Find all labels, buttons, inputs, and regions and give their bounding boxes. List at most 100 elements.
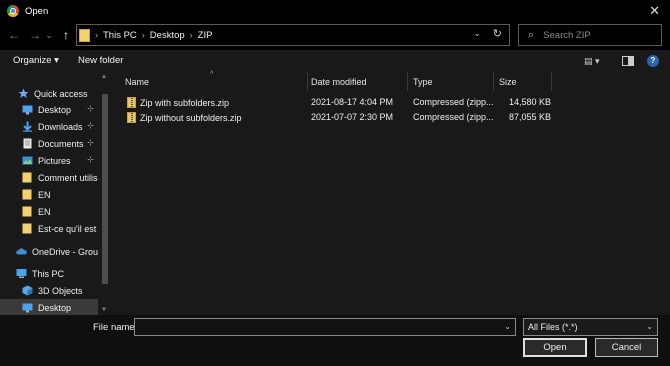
pictures-icon: [22, 155, 33, 166]
file-date: 2021-07-07 2:30 PM: [311, 112, 394, 122]
organize-button[interactable]: Organize ▾: [13, 55, 59, 66]
column-divider[interactable]: [407, 72, 408, 91]
cube-icon: [22, 285, 33, 296]
sidebar-item-label: EN: [38, 189, 51, 200]
sidebar-item-desktop[interactable]: Desktop ⊹: [0, 101, 98, 118]
file-type: Compressed (zipp...: [413, 112, 494, 122]
file-name-cell: Zip without subfolders.zip: [127, 112, 242, 123]
chrome-icon: [7, 5, 19, 17]
file-type-select[interactable]: All Files (*.*) ⌄: [523, 318, 658, 336]
file-name-cell: Zip with subfolders.zip: [127, 97, 229, 108]
window-title: Open: [25, 5, 49, 17]
address-dropdown-icon[interactable]: ⌄: [473, 28, 481, 39]
breadcrumb-this-pc[interactable]: This PC: [103, 30, 137, 41]
file-date: 2021-08-17 4:04 PM: [311, 97, 394, 107]
sidebar-item-label: EN: [38, 206, 51, 217]
scroll-up-icon[interactable]: ▲: [101, 74, 107, 80]
sidebar-item-est-ce[interactable]: Est-ce qu'il est p: [0, 220, 98, 237]
title-bar: Open ✕: [0, 0, 670, 22]
new-folder-button[interactable]: New folder: [78, 55, 123, 66]
folder-icon: [22, 189, 33, 200]
navigation-scrollbar[interactable]: ▲ ▼: [100, 72, 110, 315]
pin-icon[interactable]: ⊹: [87, 138, 94, 147]
sidebar-item-desktop-pc[interactable]: Desktop: [0, 299, 98, 315]
sidebar-item-label: This PC: [32, 268, 65, 279]
breadcrumb-zip[interactable]: ZIP: [198, 30, 213, 41]
documents-icon: [22, 138, 33, 149]
file-size: 14,580 KB: [509, 97, 552, 107]
star-icon: [18, 88, 29, 99]
command-toolbar: Organize ▾ New folder ▤ ▾ ?: [0, 50, 670, 72]
close-icon[interactable]: ✕: [649, 3, 660, 19]
sidebar-item-label: Documents: [38, 138, 84, 149]
breadcrumb-separator[interactable]: ›: [190, 30, 193, 40]
sidebar-item-label: Downloads: [38, 121, 83, 132]
sidebar-item-en-2[interactable]: EN: [0, 203, 98, 220]
file-name-label: File name:: [93, 322, 138, 333]
refresh-icon[interactable]: ↻: [493, 27, 502, 40]
recent-locations-button[interactable]: ⌄: [41, 27, 57, 43]
column-header-date-modified[interactable]: Date modified: [307, 72, 407, 91]
chevron-down-icon[interactable]: ⌄: [646, 319, 653, 335]
sidebar-item-label: Desktop: [38, 104, 72, 115]
file-row[interactable]: Zip without subfolders.zip 2021-07-07 2:…: [123, 110, 553, 125]
breadcrumb-separator[interactable]: ›: [142, 30, 145, 40]
column-divider[interactable]: [551, 72, 552, 91]
chevron-down-icon[interactable]: ⌄: [504, 322, 511, 331]
scroll-down-icon[interactable]: ▼: [101, 307, 107, 313]
file-name: Zip without subfolders.zip: [140, 113, 242, 123]
open-button[interactable]: Open: [523, 338, 587, 357]
download-icon: [22, 121, 33, 132]
search-input[interactable]: Search ZIP: [543, 30, 591, 41]
address-bar[interactable]: › This PC › Desktop › ZIP ⌄ ↻: [76, 24, 510, 46]
folder-icon: [22, 172, 33, 183]
file-name: Zip with subfolders.zip: [140, 98, 230, 108]
file-list: ^ Name Date modified Type Size Zip with …: [111, 71, 670, 315]
file-type: Compressed (zipp...: [413, 97, 494, 107]
sidebar-item-pictures[interactable]: Pictures ⊹: [0, 152, 98, 169]
dialog-footer: File name: ⌄ All Files (*.*) ⌄ Open Canc…: [0, 315, 670, 366]
navigation-pane: Quick access Desktop ⊹ Downloads ⊹ Docum…: [0, 72, 111, 315]
pin-icon[interactable]: ⊹: [87, 155, 94, 164]
back-button[interactable]: ←: [6, 27, 22, 43]
pin-icon[interactable]: ⊹: [87, 121, 94, 130]
sidebar-item-3d-objects[interactable]: 3D Objects: [0, 282, 98, 299]
sidebar-item-label: Est-ce qu'il est p: [38, 223, 98, 234]
up-button[interactable]: ↑: [58, 27, 74, 43]
sidebar-item-label: OneDrive - Group: [32, 246, 98, 257]
cancel-button[interactable]: Cancel: [595, 338, 658, 357]
file-row[interactable]: Zip with subfolders.zip 2021-08-17 4:04 …: [123, 95, 553, 110]
sidebar-item-en[interactable]: EN: [0, 186, 98, 203]
sidebar-item-downloads[interactable]: Downloads ⊹: [0, 118, 98, 135]
zip-file-icon: [127, 97, 136, 108]
sidebar-item-quick-access[interactable]: Quick access: [0, 85, 98, 102]
file-name-input[interactable]: ⌄: [134, 318, 516, 336]
sidebar-item-label: Desktop: [38, 302, 72, 313]
sidebar-item-documents[interactable]: Documents ⊹: [0, 135, 98, 152]
pin-icon[interactable]: ⊹: [87, 104, 94, 113]
column-divider[interactable]: [493, 72, 494, 91]
file-type-value: All Files (*.*): [528, 322, 578, 332]
desktop-icon: [22, 104, 33, 115]
preview-pane-icon[interactable]: [622, 56, 634, 66]
search-box[interactable]: ⌕ Search ZIP: [518, 24, 662, 46]
breadcrumb-separator: ›: [95, 30, 98, 40]
desktop-icon: [22, 302, 33, 313]
sidebar-item-onedrive[interactable]: OneDrive - Group: [0, 243, 98, 260]
breadcrumb-desktop[interactable]: Desktop: [150, 30, 185, 41]
sidebar-item-comment-utilise[interactable]: Comment utilise: [0, 169, 98, 186]
scrollbar-thumb[interactable]: [102, 94, 108, 284]
sidebar-item-this-pc[interactable]: This PC: [0, 265, 98, 282]
search-icon: ⌕: [528, 28, 535, 41]
sidebar-item-label: Comment utilise: [38, 172, 98, 183]
navigation-bar: ← → ⌄ ↑ › This PC › Desktop › ZIP ⌄ ↻ ⌕ …: [0, 22, 670, 50]
column-header-size[interactable]: Size: [495, 72, 551, 91]
column-header-name[interactable]: Name: [121, 72, 307, 91]
help-icon[interactable]: ?: [647, 55, 659, 67]
sidebar-item-label: Pictures: [38, 155, 71, 166]
zip-file-icon: [127, 112, 136, 123]
column-header-type[interactable]: Type: [409, 72, 493, 91]
change-view-icon[interactable]: ▤ ▾: [584, 56, 600, 67]
cloud-icon: [16, 246, 27, 257]
file-size: 87,055 KB: [509, 112, 552, 122]
